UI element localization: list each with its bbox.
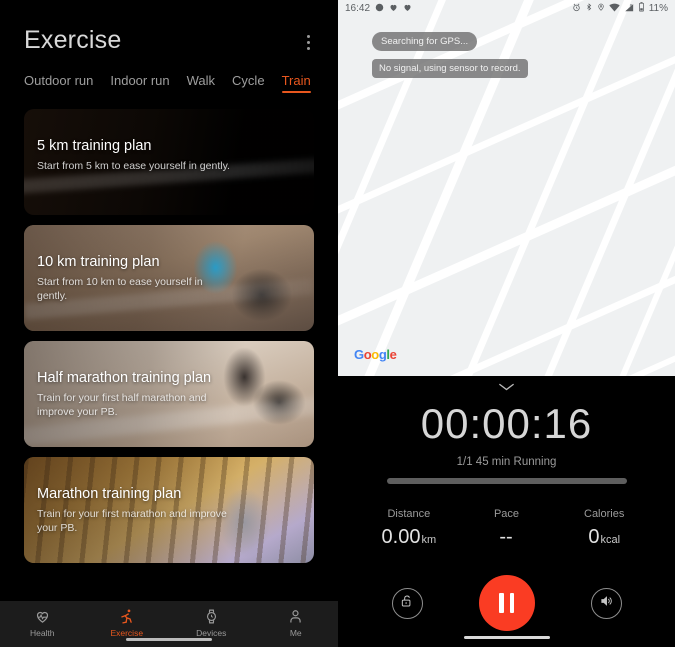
status-time: 16:42: [345, 3, 371, 14]
segment-label: 1/1 45 min Running: [456, 456, 557, 468]
heart-notification-icon: [403, 3, 412, 15]
metric-label: Distance: [387, 508, 431, 520]
plan-title: Marathon training plan: [37, 486, 182, 502]
heart-pulse-icon: [34, 608, 51, 625]
gps-status-toast: Searching for GPS...: [372, 32, 478, 51]
nav-label: Health: [29, 628, 55, 638]
running-icon: [118, 608, 135, 625]
metric-pace: Pace --: [458, 508, 556, 549]
heart-notification-icon: [389, 3, 398, 15]
plan-title: Half marathon training plan: [37, 370, 212, 386]
metric-unit: km: [421, 534, 437, 546]
workout-controls: [338, 575, 675, 631]
metric-label: Pace: [493, 508, 520, 520]
plan-card-marathon[interactable]: Marathon training plan Train for your fi…: [24, 457, 314, 563]
unlock-icon: [400, 594, 414, 613]
plan-card-text: 10 km training plan Start from 10 km to …: [37, 254, 234, 304]
metric-unit: kcal: [600, 534, 621, 546]
metric-value: 0.00km: [360, 526, 458, 549]
tab-cycle[interactable]: Cycle: [232, 73, 265, 93]
exercise-app-screen: Exercise Outdoor run Indoor run Walk Cyc…: [0, 0, 338, 647]
tracking-panel: 00:00:16 1/1 45 min Running Distance 0.0…: [338, 376, 675, 647]
plan-card-10km[interactable]: 10 km training plan Start from 10 km to …: [24, 225, 314, 331]
metrics-row: Distance 0.00km Pace -- Calories 0kcal: [338, 508, 675, 549]
plan-card-5km[interactable]: 5 km training plan Start from 5 km to ea…: [24, 109, 314, 215]
metric-distance: Distance 0.00km: [360, 508, 458, 549]
workout-tracking-screen: Intex Technologies Ltd Adarsh Yamaha TVS…: [338, 0, 675, 647]
map-view[interactable]: Intex Technologies Ltd Adarsh Yamaha TVS…: [338, 0, 675, 376]
tab-walk[interactable]: Walk: [187, 73, 215, 93]
lock-button[interactable]: [391, 587, 423, 619]
signal-status-toast: No signal, using sensor to record.: [372, 59, 528, 78]
plan-title: 5 km training plan: [37, 138, 152, 154]
page-title: Exercise: [24, 26, 122, 54]
tab-outdoor-run[interactable]: Outdoor run: [24, 73, 93, 93]
app-header: Exercise: [0, 0, 338, 55]
location-icon: [597, 2, 605, 15]
pause-icon-bar: [509, 593, 514, 613]
metric-number: --: [499, 526, 513, 548]
nav-item-exercise[interactable]: Exercise: [85, 608, 170, 638]
watch-icon: [203, 608, 220, 625]
speaker-icon: [599, 594, 614, 613]
battery-icon: [638, 2, 645, 15]
nav-item-health[interactable]: Health: [0, 608, 85, 638]
metric-label: Calories: [584, 508, 625, 520]
more-vertical-icon[interactable]: [297, 26, 314, 53]
workout-progress-bar[interactable]: [386, 478, 627, 484]
pause-icon-bar: [499, 593, 504, 613]
metric-number: 0.00: [381, 526, 421, 548]
exercise-tabs: Outdoor run Indoor run Walk Cycle Train: [0, 55, 338, 93]
training-plan-list: 5 km training plan Start from 5 km to ea…: [0, 93, 338, 601]
metric-value: --: [458, 526, 556, 549]
map-background: [338, 0, 675, 376]
nav-label: Me: [289, 628, 302, 638]
alarm-icon: [572, 3, 581, 15]
plan-title: 10 km training plan: [37, 254, 160, 270]
app-notification-icon: [375, 3, 384, 15]
tab-indoor-run[interactable]: Indoor run: [110, 73, 169, 93]
nav-item-me[interactable]: Me: [254, 608, 339, 638]
person-icon: [287, 608, 304, 625]
plan-card-text: Marathon training plan Train for your fi…: [37, 486, 234, 536]
metric-calories: Calories 0kcal: [555, 508, 653, 549]
plan-subtitle: Start from 10 km to ease yourself in gen…: [37, 275, 203, 302]
battery-percent: 11%: [648, 3, 668, 14]
plan-subtitle: Train for your first half marathon and i…: [37, 391, 207, 418]
google-attribution: Google: [354, 347, 397, 362]
plan-card-text: Half marathon training plan Train for yo…: [37, 370, 234, 420]
tab-train[interactable]: Train: [281, 73, 311, 93]
nav-label: Exercise: [110, 628, 144, 638]
status-bar: 16:42 R 11%: [338, 0, 675, 17]
pause-button[interactable]: [478, 575, 535, 631]
bluetooth-icon: [585, 2, 593, 15]
wifi-icon: [609, 3, 620, 15]
gesture-bar[interactable]: [463, 635, 550, 639]
plan-subtitle: Start from 5 km to ease yourself in gent…: [37, 159, 230, 172]
chevron-down-icon[interactable]: [498, 379, 515, 397]
elapsed-timer: 00:00:16: [420, 400, 593, 447]
gesture-bar[interactable]: [126, 637, 212, 641]
nav-label: Devices: [196, 628, 227, 638]
plan-subtitle: Train for your first marathon and improv…: [37, 507, 227, 534]
metric-value: 0kcal: [555, 526, 653, 549]
plan-card-half-marathon[interactable]: Half marathon training plan Train for yo…: [24, 341, 314, 447]
volume-button[interactable]: [590, 587, 622, 619]
nav-item-devices[interactable]: Devices: [169, 608, 254, 638]
metric-number: 0: [588, 526, 600, 548]
signal-icon: R: [624, 3, 634, 15]
plan-card-text: 5 km training plan Start from 5 km to ea…: [37, 138, 234, 174]
